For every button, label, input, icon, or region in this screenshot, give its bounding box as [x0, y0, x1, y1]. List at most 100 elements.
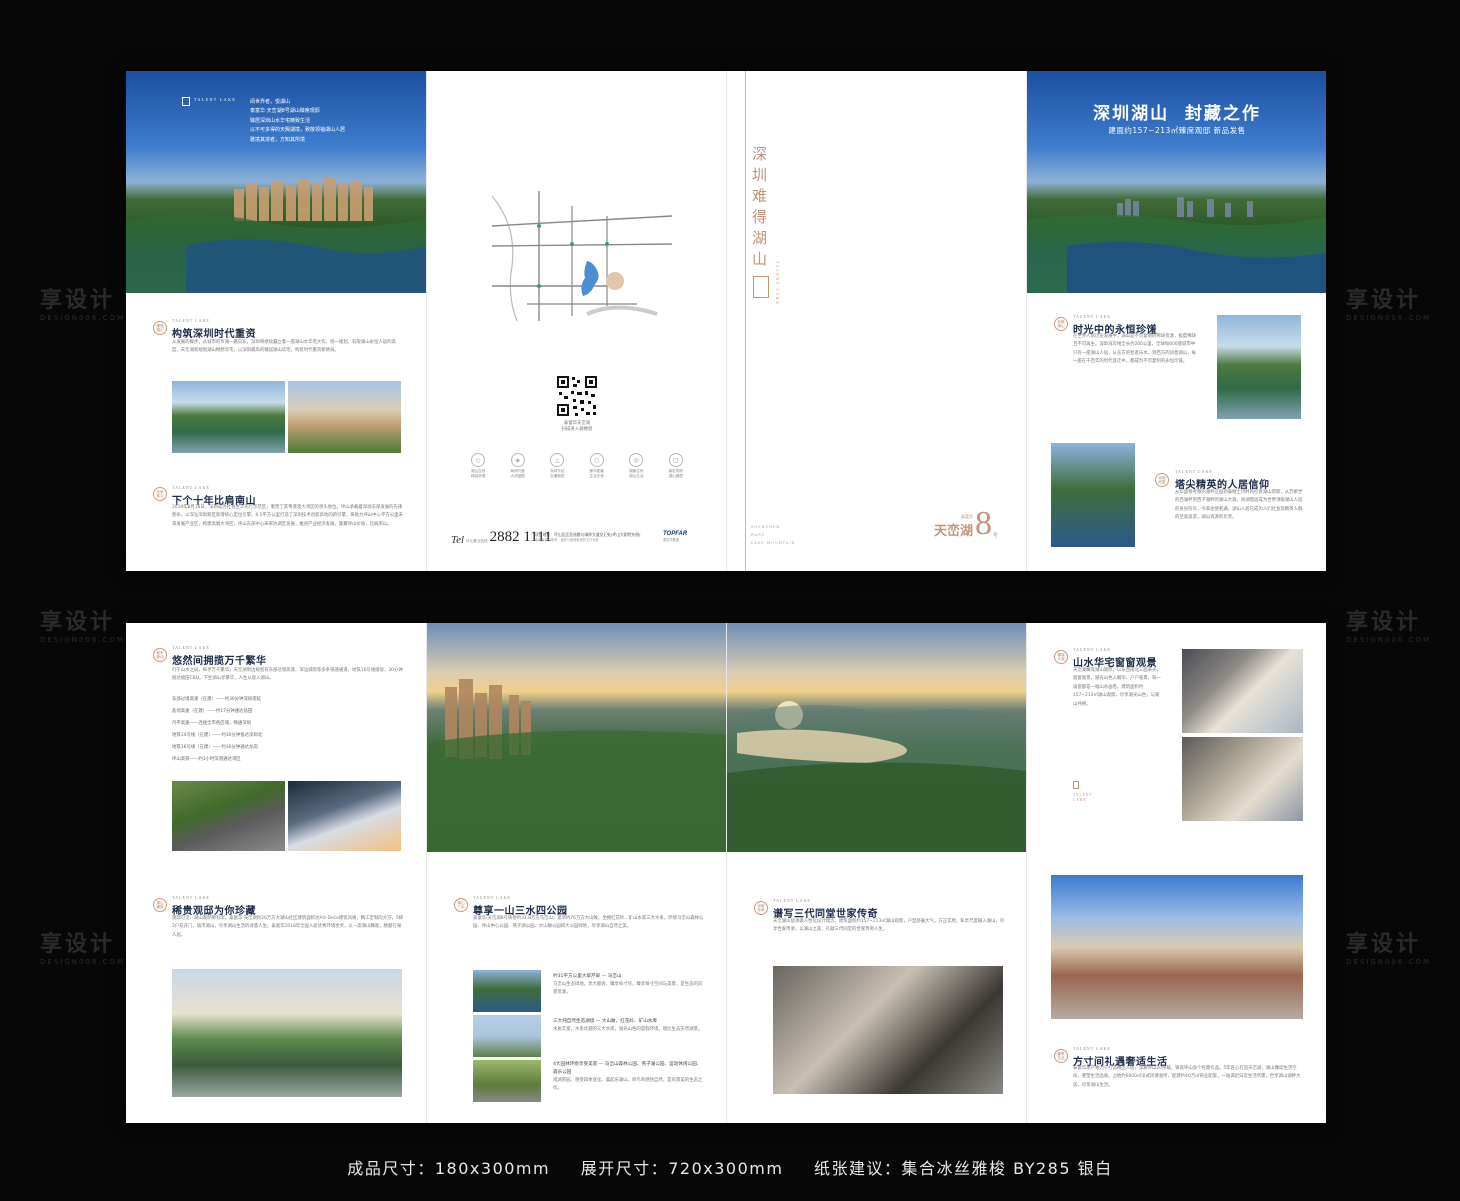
watermark-text: 享设计	[40, 932, 116, 957]
watermark: 享设计 DESIGN006.COM	[1346, 604, 1431, 644]
transport-panel: TALENT LAKE 悠然间拥揽万千繁华 城市脉动 行于山水之间，纵享万千繁华…	[126, 623, 426, 1123]
section-body: 在世界人居历史发展中，湖山是不可复制的稀缺资源，极度稀缺且不可再生。深圳海岸线全…	[1073, 334, 1196, 365]
brand-small-label: TALENT LAKE	[1175, 469, 1213, 474]
lake-feature-icon: ◇	[471, 453, 486, 467]
feature-label: 大湾蓝图	[510, 474, 525, 478]
lakeview-feature-icon: ◎	[629, 453, 644, 467]
section-heading: 构筑深圳时代重资	[172, 329, 256, 340]
section-body: 行于山水之间，纵享万千繁华，天峦湖周边规划有东部过境高速、深汕城际等多条快速通道…	[172, 668, 403, 682]
section-elite-belief: TALENT LAKE 塔尖精英的人居信仰	[1175, 469, 1270, 491]
brand-small-label: TALENT LAKE	[1073, 647, 1111, 652]
transport-item: 地铁16号线（在建）——约30分钟通达龙岗	[172, 745, 258, 750]
seal-icon: 世家传承	[754, 901, 768, 915]
spine-english: SHENZHEN RARE LAKE MOUNTAIN	[751, 523, 795, 547]
paper-suggestion: 纸张建议：集合冰丝雅梭 BY285 银白	[814, 1159, 1113, 1178]
seal-icon: 湖山三水	[454, 898, 468, 912]
qr-caption: 泰富华天峦湖 扫描进入微楼盘	[535, 421, 619, 433]
feature-item: △ 深圳东站 交通枢纽	[550, 453, 564, 479]
cover-panel: TALENT LAKE 阅世界者，悦湖山 泰富华·天峦湖8号湖山臻席观邸 臻居深…	[126, 71, 426, 571]
station-feature-icon: △	[550, 453, 565, 467]
bedroom-photo	[1182, 649, 1303, 733]
map-panel: 泰富华天峦湖 扫描进入微楼盘 ◇ 湖山自然 稀缺资源 ◈ 两岸尺度 大湾蓝图 △ 深圳东站…	[426, 71, 726, 571]
parks-panel: TALENT LAKE 尊享一山三水四公园 湖山三水 泰富华·天峦湖8号倚傍约3…	[426, 623, 726, 1123]
seal-icon: 臻境大观	[1054, 650, 1068, 664]
watermark-text: 享设计	[1346, 932, 1422, 957]
brand-small-label: TALENT LAKE	[172, 318, 210, 323]
feature-item: ◈ 两岸尺度 大湾蓝图	[511, 453, 525, 479]
nature-item-title: 4大园林环绕享受美景 — 马峦山森林公园、燕子湖公园、运动休闲公园、森乐公园	[553, 1062, 702, 1075]
cover-tagline: 阅世界者，悦湖山 泰富华·天峦湖8号湖山臻席观邸 臻居深圳山水华宅精致生活 以不…	[250, 98, 345, 145]
seal-icon: 尚湖而居	[1155, 473, 1169, 487]
section-body: 泰富华地产致力于打造精品人居，深耕坪山20余载，铸就坪山多个经典作品。5年匠心打…	[1073, 1066, 1301, 1088]
seal-label: 湖山三水	[457, 901, 465, 909]
feature-label: 湖山生活	[629, 474, 644, 478]
cover-line: 雅境其境者，方知其所境	[250, 136, 306, 143]
watermark: 享设计 DESIGN006.COM	[1346, 282, 1431, 322]
mountain-lake-photo	[1217, 315, 1301, 419]
brand-logo-icon	[182, 97, 190, 106]
section-era-assets: TALENT LAKE 构筑深圳时代重资	[172, 318, 256, 340]
brand-small-label: TALENT LAKE	[473, 895, 511, 900]
suite-photo	[1182, 737, 1303, 821]
section-body: 从华盛顿考察的湖畔庄园到泰晤士河畔的伦敦湖山府邸，从苏黎世的西湖畔到西子湖畔的湖…	[1175, 490, 1303, 521]
seal-label: 臻境大观	[1057, 653, 1065, 661]
transport-item: 盐坝高速（在建）——约17分钟通达盐田	[172, 709, 253, 714]
seal-label: 未来核心	[156, 490, 164, 498]
brand-small-label: TALENT LAKE	[1073, 1046, 1111, 1051]
mountain-photo	[473, 970, 541, 1012]
logo-suffix: 号	[993, 533, 999, 539]
watermark-url: DESIGN006.COM	[40, 958, 126, 966]
nature-item: 约31平方公里大翠芹屏 — 马峦山 马峦山生态绿地，享大都会，臻享每寸尽，臻享每…	[553, 973, 703, 998]
living-room-photo	[773, 966, 1003, 1094]
bay-feature-icon: ◈	[510, 453, 525, 467]
panorama-illustration	[427, 679, 726, 852]
feature-label: 生活无忧	[589, 474, 604, 478]
nature-item: 4大园林环绕享受美景 — 马峦山森林公园、燕子湖公园、运动休闲公园、森乐公园 观…	[553, 1061, 703, 1094]
seal-label: 臻席湖山	[156, 324, 164, 332]
transport-item: 坪山高铁——约1小时深港通达湾区	[172, 757, 241, 762]
spine-logo-word: TALENT LAKE	[775, 261, 780, 306]
seal-label: 臻享生活	[1057, 1052, 1065, 1060]
nature-item: 三大纯自然生态湖境 — 大山陂、红花岭、矿山水库 水质丰富，水系优越的三大水库，…	[553, 1018, 703, 1034]
brand-small-label: TALENT LAKE	[172, 895, 210, 900]
section-body: 观邸可见，湖山观邸稀有席。泰富华·天峦湖约26万方大湖山社区建筑面积达Art-D…	[172, 916, 404, 938]
project-logo: 泰富华 天峦湖 8 号	[934, 505, 999, 542]
seal-icon: 臻席湖山	[153, 321, 167, 335]
cover-line: 阅世界者，悦湖山	[250, 99, 291, 105]
residential-towers-photo	[288, 381, 401, 453]
address-block: 项目地址：坪山区比亚迪路与绿梓大道交汇处(坪山大剧院东侧) 本资料仅作参考，最终…	[535, 532, 661, 543]
watermark-text: 享设计	[1346, 288, 1422, 313]
phone-prefix: 坪山置业热线	[466, 539, 488, 543]
watermark-text: 享设计	[40, 288, 116, 313]
transport-item: 东部过境高速（在建）——约30分钟深圳南延	[172, 697, 262, 702]
watermark: 享设计 DESIGN006.COM	[40, 926, 125, 966]
watermark: 享设计 DESIGN006.COM	[1346, 926, 1431, 966]
watermark-url: DESIGN006.COM	[1346, 958, 1432, 966]
lake-towers-photo	[1051, 443, 1135, 547]
seal-icon: 湖山臻境	[153, 898, 167, 912]
feature-label: 湖山臻居	[668, 474, 683, 478]
watermark-url: DESIGN006.COM	[40, 314, 126, 322]
qr-caption-line: 扫描进入微楼盘	[561, 427, 593, 432]
transport-list: 东部过境高速（在建）——约30分钟深圳南延 盐坝高速（在建）——约17分钟通达盐…	[172, 694, 262, 766]
logo-number: 8	[975, 505, 993, 542]
transport-item: 地铁14号线（在建）——约30分钟抵达深圳北	[172, 733, 263, 738]
reservoir-photo	[473, 1015, 541, 1057]
feature-item: ○ 都市配套 生活无忧	[590, 453, 604, 479]
finished-size: 成品尺寸：180x300mm	[347, 1159, 551, 1178]
subheadline: 建面约157~213㎡臻席观邸 新品发售	[1108, 126, 1246, 135]
spine-en-line: SHENZHEN	[751, 524, 781, 529]
seal-icon: 臻享生活	[1054, 1049, 1068, 1063]
section-body: 天峦湖臻席湖山观邸，以东西南北三面采光，窗窗观景，湖光山色入眼帘。户户观景，每一…	[1073, 668, 1161, 707]
feature-label: 交通枢纽	[550, 474, 565, 478]
spine-en-line: RARE	[751, 532, 766, 537]
watermark-text: 享设计	[1346, 610, 1422, 635]
nature-item-body: 观湖赏园、感受四季变化、晨起乐湖山，听鸟鸣感悟自然，是风景美的生态之作。	[553, 1078, 703, 1092]
sunset-lake-illustration	[727, 701, 1026, 852]
feature-item: ◇ 湖山自然 稀缺资源	[471, 453, 485, 479]
cover-logo-word: TALENT LAKE	[194, 97, 237, 102]
spec-caption: 成品尺寸：180x300mm 展开尺寸：720x300mm 纸张建议：集合冰丝雅…	[0, 1155, 1460, 1179]
nature-item-title: 三大纯自然生态湖境 — 大山陂、红花岭、矿山水库	[553, 1019, 657, 1024]
watermark: 享设计 DESIGN006.COM	[40, 282, 125, 322]
section-heading: 悠然间拥揽万千繁华	[172, 656, 267, 667]
